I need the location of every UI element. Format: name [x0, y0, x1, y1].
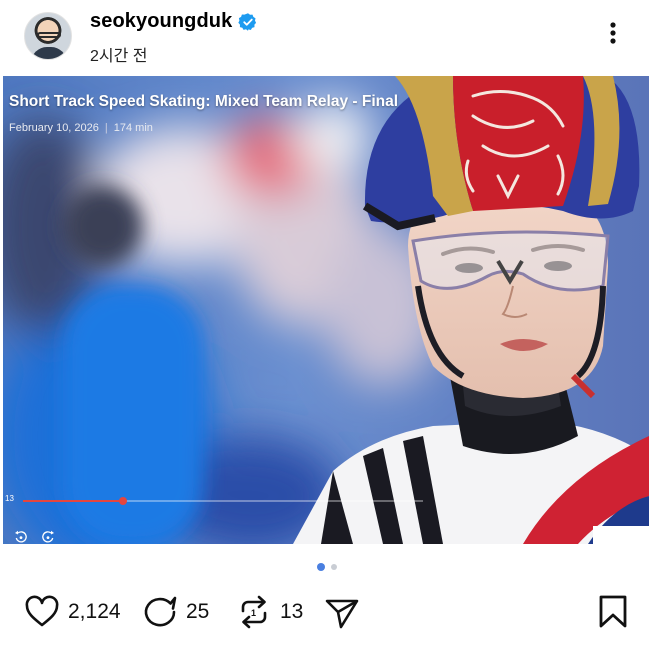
carousel-dot-active[interactable] [316, 563, 325, 571]
progress-handle[interactable] [119, 497, 127, 505]
like-button[interactable]: 2,124 [24, 592, 121, 632]
repost-button[interactable]: 1 13 [236, 592, 303, 632]
verified-badge-icon [238, 12, 257, 31]
repost-count: 13 [280, 600, 304, 623]
bookmark-icon [599, 595, 627, 628]
carousel-dot[interactable] [330, 564, 337, 570]
avatar-glasses [37, 32, 61, 38]
like-count: 2,124 [68, 600, 121, 623]
video-frame [3, 76, 649, 544]
video-progress-bar[interactable] [23, 497, 423, 505]
send-icon [325, 599, 359, 629]
video-date: February 10, 2026 [9, 122, 99, 134]
carousel-pagination [0, 563, 653, 571]
share-button[interactable] [324, 592, 360, 632]
heart-icon [25, 595, 59, 627]
post-header: seokyoungduk 2시간 전 [0, 0, 653, 76]
video-meta: February 10, 2026 | 174 min [9, 122, 153, 134]
svg-text:1: 1 [251, 608, 256, 618]
action-bar: 2,124 25 1 13 [0, 592, 653, 632]
post-timestamp: 2시간 전 [90, 48, 148, 65]
comment-count: 25 [186, 600, 210, 623]
username[interactable]: seokyoungduk [90, 10, 232, 33]
avatar[interactable] [24, 12, 72, 60]
progress-fill [23, 500, 123, 502]
post-media[interactable]: Short Track Speed Skating: Mixed Team Re… [3, 76, 649, 544]
meta-separator: | [104, 122, 108, 134]
video-duration: 174 min [113, 122, 153, 134]
username-row: seokyoungduk [90, 10, 258, 33]
rewind-icon[interactable] [14, 530, 28, 544]
comment-icon [144, 596, 177, 627]
more-vertical-icon[interactable] [600, 18, 626, 48]
save-button[interactable] [596, 592, 630, 632]
comment-button[interactable]: 25 [142, 592, 209, 632]
repost-icon: 1 [241, 595, 267, 629]
progress-time: 13 [5, 494, 14, 503]
video-title: Short Track Speed Skating: Mixed Team Re… [9, 93, 399, 110]
avatar-suit [31, 47, 67, 59]
forward-icon[interactable] [41, 530, 55, 544]
